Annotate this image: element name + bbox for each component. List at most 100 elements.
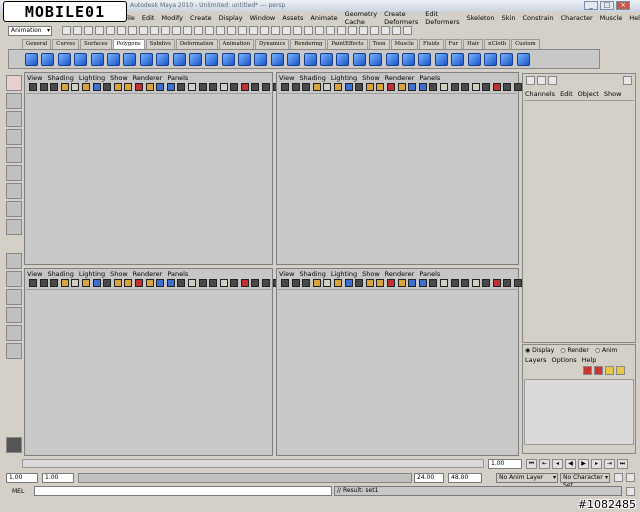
viewport-tool-icon[interactable] xyxy=(124,83,133,91)
viewport-tool-icon[interactable] xyxy=(365,83,374,91)
shelf-tab-ncloth[interactable]: nCloth xyxy=(484,39,511,49)
viewport-tool-icon[interactable] xyxy=(429,83,438,91)
viewport-menu-shading[interactable]: Shading xyxy=(299,270,325,279)
polygon-tool-icon[interactable] xyxy=(336,52,350,66)
shelf-tab-hair[interactable]: Hair xyxy=(463,39,484,49)
polygon-tool-icon[interactable] xyxy=(303,52,317,66)
viewport-tool-icon[interactable] xyxy=(156,279,165,287)
viewport-tool-icon[interactable] xyxy=(187,279,196,287)
viewport-tool-icon[interactable] xyxy=(281,279,289,287)
viewport-tool-icon[interactable] xyxy=(251,279,260,287)
viewport-top-right[interactable]: View Shading Lighting Show Renderer Pane… xyxy=(276,72,533,265)
viewport-tool-icon[interactable] xyxy=(60,83,69,91)
viewport-tool-icon[interactable] xyxy=(134,83,143,91)
shelf-tab-fluids[interactable]: Fluids xyxy=(418,39,444,49)
move-tool-icon[interactable] xyxy=(6,129,22,145)
status-line-tool-icon[interactable] xyxy=(392,25,401,35)
play-forwards-button[interactable]: ▶ xyxy=(578,459,589,469)
viewport-tool-icon[interactable] xyxy=(333,279,342,287)
viewport-tool-icon[interactable] xyxy=(302,83,311,91)
polygon-tool-icon[interactable] xyxy=(516,52,530,66)
viewport-menu-lighting[interactable]: Lighting xyxy=(79,74,105,83)
play-backwards-button[interactable]: ◀ xyxy=(565,459,576,469)
time-slider-track[interactable] xyxy=(22,459,484,468)
viewport-tool-icon[interactable] xyxy=(514,83,523,91)
viewport-tool-icon[interactable] xyxy=(429,279,438,287)
anim-layer-select[interactable]: No Anim Layer xyxy=(496,473,558,483)
viewport-tool-icon[interactable] xyxy=(124,279,133,287)
polygon-tool-icon[interactable] xyxy=(106,52,120,66)
viewport-tool-icon[interactable] xyxy=(81,279,90,287)
viewport-tool-icon[interactable] xyxy=(230,279,239,287)
channel-menu-object[interactable]: Object xyxy=(578,90,599,98)
viewport-menu-view[interactable]: View xyxy=(279,270,294,279)
polygon-tool-icon[interactable] xyxy=(238,52,252,66)
viewport-tool-icon[interactable] xyxy=(209,83,218,91)
polygon-tool-icon[interactable] xyxy=(205,52,219,66)
viewport-canvas[interactable] xyxy=(278,289,517,454)
viewport-tool-icon[interactable] xyxy=(166,83,175,91)
viewport-tool-icon[interactable] xyxy=(471,279,480,287)
viewport-canvas[interactable] xyxy=(278,93,517,263)
shelf-tab-muscle[interactable]: Muscle xyxy=(390,39,418,49)
status-line-tool-icon[interactable] xyxy=(326,25,335,35)
viewport-tool-icon[interactable] xyxy=(103,279,112,287)
polygon-tool-icon[interactable] xyxy=(254,52,268,66)
viewport-tool-icon[interactable] xyxy=(492,83,501,91)
layout-persp-graph-icon[interactable] xyxy=(6,325,22,341)
script-editor-icon[interactable] xyxy=(626,487,635,496)
layout-stacked-icon[interactable] xyxy=(6,307,22,323)
viewport-tool-icon[interactable] xyxy=(333,83,342,91)
polygon-tool-icon[interactable] xyxy=(352,52,366,66)
menu-modify[interactable]: Modify xyxy=(161,14,183,22)
viewport-tool-icon[interactable] xyxy=(251,83,260,91)
layer-menu-help[interactable]: Help xyxy=(582,356,597,364)
layout-four-pane-icon[interactable] xyxy=(6,271,22,287)
viewport-menu-view[interactable]: View xyxy=(279,74,294,83)
layer-list[interactable] xyxy=(524,379,634,445)
layer-mode-render[interactable]: ○ Render xyxy=(560,347,589,354)
menu-help[interactable]: Help xyxy=(629,14,640,22)
paint-select-tool-icon[interactable] xyxy=(6,111,22,127)
status-line-tool-icon[interactable] xyxy=(359,25,368,35)
status-line-tool-icon[interactable] xyxy=(161,25,170,35)
status-line-tool-icon[interactable] xyxy=(117,25,126,35)
polygon-tool-icon[interactable] xyxy=(139,52,153,66)
viewport-bottom-right[interactable]: View Shading Lighting Show Renderer Pane… xyxy=(276,268,533,456)
viewport-tool-icon[interactable] xyxy=(312,279,321,287)
status-line-tool-icon[interactable] xyxy=(73,25,82,35)
channel-menu-channels[interactable]: Channels xyxy=(525,90,555,98)
viewport-tool-icon[interactable] xyxy=(134,279,143,287)
menu-skeleton[interactable]: Skeleton xyxy=(467,14,495,22)
move-layer-down-icon[interactable] xyxy=(616,366,625,375)
time-slider[interactable]: 1.00 ⏮ ⇤ ◂ ◀ ▶ ▸ ⇥ ⏭ xyxy=(4,458,636,470)
viewport-tool-icon[interactable] xyxy=(344,83,353,91)
viewport-tool-icon[interactable] xyxy=(187,83,196,91)
viewport-canvas[interactable] xyxy=(26,289,271,454)
shelf-tab-general[interactable]: General xyxy=(22,39,52,49)
status-line-tool-icon[interactable] xyxy=(315,25,324,35)
status-line-tool-icon[interactable] xyxy=(172,25,181,35)
viewport-tool-icon[interactable] xyxy=(92,279,101,287)
viewport-tool-icon[interactable] xyxy=(262,279,271,287)
channel-menu-edit[interactable]: Edit xyxy=(560,90,573,98)
viewport-tool-icon[interactable] xyxy=(198,83,207,91)
menuset-select[interactable]: Animation xyxy=(8,26,52,36)
viewport-tool-icon[interactable] xyxy=(461,279,470,287)
viewport-menu-renderer[interactable]: Renderer xyxy=(385,270,415,279)
viewport-tool-icon[interactable] xyxy=(503,279,512,287)
viewport-tool-icon[interactable] xyxy=(291,279,300,287)
viewport-tool-icon[interactable] xyxy=(450,279,459,287)
status-line-tool-icon[interactable] xyxy=(84,25,93,35)
viewport-tool-icon[interactable] xyxy=(482,279,491,287)
polygon-tool-icon[interactable] xyxy=(418,52,432,66)
polygon-tool-icon[interactable] xyxy=(156,52,170,66)
status-line-tool-icon[interactable] xyxy=(205,25,214,35)
status-line-tool-icon[interactable] xyxy=(183,25,192,35)
viewport-menu-panels[interactable]: Panels xyxy=(167,270,188,279)
polygon-tool-icon[interactable] xyxy=(483,52,497,66)
viewport-menu-view[interactable]: View xyxy=(27,74,42,83)
viewport-menu-shading[interactable]: Shading xyxy=(299,74,325,83)
universal-manipulator-icon[interactable] xyxy=(6,183,22,199)
polygon-tool-icon[interactable] xyxy=(451,52,465,66)
